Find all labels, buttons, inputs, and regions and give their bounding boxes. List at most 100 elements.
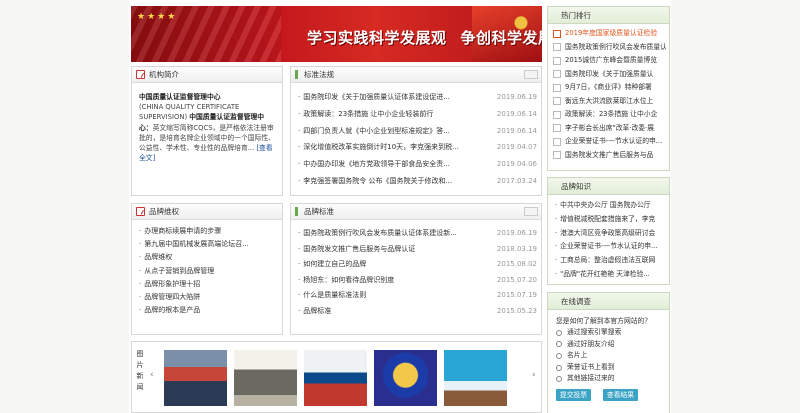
- photo-thumbnail[interactable]: [234, 350, 297, 406]
- news-title[interactable]: 中办国办印发《地方党政领导干部食品安全责...: [298, 156, 493, 173]
- list-item[interactable]: 品牌标准2015.05.23: [298, 304, 537, 320]
- view-results-button[interactable]: 查看结果: [603, 388, 638, 401]
- rank-badge: [553, 151, 561, 160]
- news-title[interactable]: 国务院发文推广售后服务与品牌认证: [298, 242, 493, 258]
- list-item[interactable]: 李子彬会长出席"改革·改委·展: [553, 122, 666, 136]
- list-item[interactable]: 李克强签署国务院令 公布《国务院关于修改和...2017.03.24: [298, 173, 537, 190]
- list-item[interactable]: 港澳大湾区竞争政策高级研讨会: [555, 227, 666, 241]
- news-date: 2017.03.24: [496, 176, 537, 185]
- banner-stars: ★★★★: [137, 12, 178, 22]
- more-button[interactable]: [524, 207, 538, 216]
- hot-item-title[interactable]: 国务院政策例行吹风会发布质量认: [565, 41, 666, 55]
- list-item[interactable]: 品牌维权: [139, 251, 282, 264]
- brand-knowledge-panel: 品牌知识 中共中央办公厅 国务院办公厅 增值税减税配套措施来了，李克 港澳大湾区…: [547, 177, 670, 285]
- list-item[interactable]: 工商总局：整治虚假违法互联网: [555, 254, 666, 268]
- news-title[interactable]: 深化增值税改革实施倒计时10天，李克强来到税...: [298, 139, 493, 156]
- standards-title: 标准法规: [304, 70, 334, 79]
- list-item[interactable]: 如何建立自己的品牌2015.08.02: [298, 257, 537, 273]
- list-item[interactable]: 品牌形象护理十招: [139, 278, 282, 291]
- photo-thumbnail[interactable]: [304, 350, 367, 406]
- intro-body: 中国质量认证监督管理中心 (CHINA QUALITY CERTIFICATE …: [132, 83, 282, 163]
- survey-question: 您是如何了解到本官方网站的？: [556, 317, 652, 325]
- news-title[interactable]: 品牌标准: [298, 304, 493, 320]
- news-title[interactable]: 国务院印发《关于加强质量认证体系建设促进...: [298, 89, 493, 106]
- list-item[interactable]: 四部门负责人就《中小企业划型标准规定》答...2019.06.14: [298, 123, 537, 140]
- list-item[interactable]: 第九届中国机械发展高端论坛召...: [139, 238, 282, 251]
- next-arrow-icon[interactable]: ›: [532, 370, 540, 382]
- photo-thumbnail[interactable]: [374, 350, 437, 406]
- list-item[interactable]: 9月7日，《商业评》特种部署: [553, 81, 666, 95]
- banner-slogan: 学习实践科学发展观争创科学发展新优势: [307, 27, 542, 48]
- hot-item-title[interactable]: 企业荣誉证书-—节水认证的申...: [565, 135, 662, 149]
- list-item[interactable]: 国务院印发《关于加强质量认证体系建设促进...2019.06.19: [298, 89, 537, 106]
- hot-item-title[interactable]: 政策解读：23条措施 让中小企: [565, 108, 657, 122]
- list-item[interactable]: 衡远东大洪流欧莱耶江水位上: [553, 95, 666, 109]
- news-title[interactable]: 如何建立自己的品牌: [298, 257, 493, 273]
- list-item[interactable]: 什么是质量标准法则2015.07.19: [298, 288, 537, 304]
- list-item[interactable]: 中办国办印发《地方党政领导干部食品安全责...2019.04.06: [298, 156, 537, 173]
- rank-badge: [553, 70, 561, 79]
- list-item[interactable]: 国务院发文推广售后服务与品牌认证2018.03.19: [298, 242, 537, 258]
- news-title[interactable]: 国务院政策例行吹风会发布质量认证体系建设新...: [298, 226, 493, 242]
- list-item[interactable]: 办理商标续展申请的步骤: [139, 225, 282, 238]
- radio-button[interactable]: [556, 341, 562, 348]
- hot-item-title[interactable]: 李子彬会长出席"改革·改委·展: [565, 122, 654, 136]
- list-item[interactable]: 政策解读：23条措施 让中小企: [553, 108, 666, 122]
- survey-option-label: 其他链接过来的: [567, 374, 615, 383]
- survey-option[interactable]: 其他链接过来的: [548, 373, 669, 385]
- hot-item-title[interactable]: 9月7日，《商业评》特种部署: [565, 81, 652, 95]
- list-item[interactable]: 国务院印发《关于加强质量认: [553, 68, 666, 82]
- survey-option-label: 名片上: [567, 351, 588, 360]
- list-item[interactable]: 从点子营销到品牌管理: [139, 265, 282, 278]
- vote-button[interactable]: 提交投票: [556, 388, 591, 401]
- list-item[interactable]: 企业荣誉证书-—节水认证的申...: [555, 240, 666, 254]
- list-item[interactable]: 企业荣誉证书-—节水认证的申...: [553, 135, 666, 149]
- survey-option[interactable]: 名片上: [548, 350, 669, 362]
- rights-title: 品牌维权: [149, 207, 179, 216]
- list-item[interactable]: 品牌管理四大陷阱: [139, 291, 282, 304]
- news-title[interactable]: 李克强签署国务院令 公布《国务院关于修改和...: [298, 173, 493, 190]
- list-item[interactable]: 国务院发文推广售后服务与品: [553, 149, 666, 163]
- photo-thumbnail[interactable]: [444, 350, 507, 406]
- radio-button[interactable]: [556, 352, 562, 359]
- brand-knowledge-list: 中共中央办公厅 国务院办公厅 增值税减税配套措施来了，李克 港澳大湾区竞争政策高…: [548, 195, 669, 282]
- survey-option[interactable]: 通过好朋友介绍: [548, 339, 669, 351]
- news-title[interactable]: 什么是质量标准法则: [298, 288, 493, 304]
- list-item[interactable]: 2019年度国家级质量认证检验: [553, 27, 666, 41]
- list-item[interactable]: 国务院政策例行吹风会发布质量认证体系建设新...2019.06.19: [298, 226, 537, 242]
- list-item[interactable]: 中共中央办公厅 国务院办公厅: [555, 199, 666, 213]
- more-button[interactable]: [524, 70, 538, 79]
- prev-arrow-icon[interactable]: ‹: [150, 370, 158, 382]
- intro-header: 机构简介: [132, 67, 282, 83]
- list-item[interactable]: 品牌的根本是产品: [139, 304, 282, 317]
- rank-badge: [553, 83, 561, 92]
- radio-button[interactable]: [556, 329, 562, 336]
- radio-button[interactable]: [556, 376, 562, 383]
- hot-item-title[interactable]: 2015诚信广东峰会暨质量博览: [565, 54, 657, 68]
- rank-badge: [553, 124, 561, 133]
- section-bar-icon: [295, 207, 298, 216]
- list-item[interactable]: 增值税减税配套措施来了，李克: [555, 213, 666, 227]
- list-item[interactable]: 2015诚信广东峰会暨质量博览: [553, 54, 666, 68]
- news-date: 2019.04.07: [496, 143, 537, 152]
- radio-button[interactable]: [556, 364, 562, 371]
- news-title[interactable]: 四部门负责人就《中小企业划型标准规定》答...: [298, 123, 493, 140]
- hot-item-title[interactable]: 国务院印发《关于加强质量认: [565, 68, 653, 82]
- news-title[interactable]: 政策解读：23条措施 让中小企业轻装前行: [298, 106, 493, 123]
- hot-item-title[interactable]: 衡远东大洪流欧莱耶江水位上: [565, 95, 653, 109]
- list-item[interactable]: 国务院政策例行吹风会发布质量认: [553, 41, 666, 55]
- list-item[interactable]: 深化增值税改革实施倒计时10天，李克强来到税...2019.04.07: [298, 139, 537, 156]
- photo-thumbnail[interactable]: [164, 350, 227, 406]
- intro-panel: 机构简介 中国质量认证监督管理中心 (CHINA QUALITY CERTIFI…: [131, 66, 283, 196]
- list-item[interactable]: 杨旭东：如何看待品牌识别度2015.07.20: [298, 273, 537, 289]
- edit-icon: [136, 70, 145, 79]
- list-item[interactable]: "品牌"花开红艳艳 天津检验...: [555, 268, 666, 282]
- section-bar-icon: [295, 70, 298, 79]
- list-item[interactable]: 政策解读：23条措施 让中小企业轻装前行2019.06.14: [298, 106, 537, 123]
- hot-item-title[interactable]: 国务院发文推广售后服务与品: [565, 149, 653, 163]
- rank-badge: [553, 110, 561, 119]
- hot-item-title[interactable]: 2019年度国家级质量认证检验: [565, 27, 657, 41]
- survey-option[interactable]: 荣誉证书上看到: [548, 362, 669, 374]
- news-title[interactable]: 杨旭东：如何看待品牌识别度: [298, 273, 493, 289]
- survey-option[interactable]: 通过搜索引擎搜索: [548, 327, 669, 339]
